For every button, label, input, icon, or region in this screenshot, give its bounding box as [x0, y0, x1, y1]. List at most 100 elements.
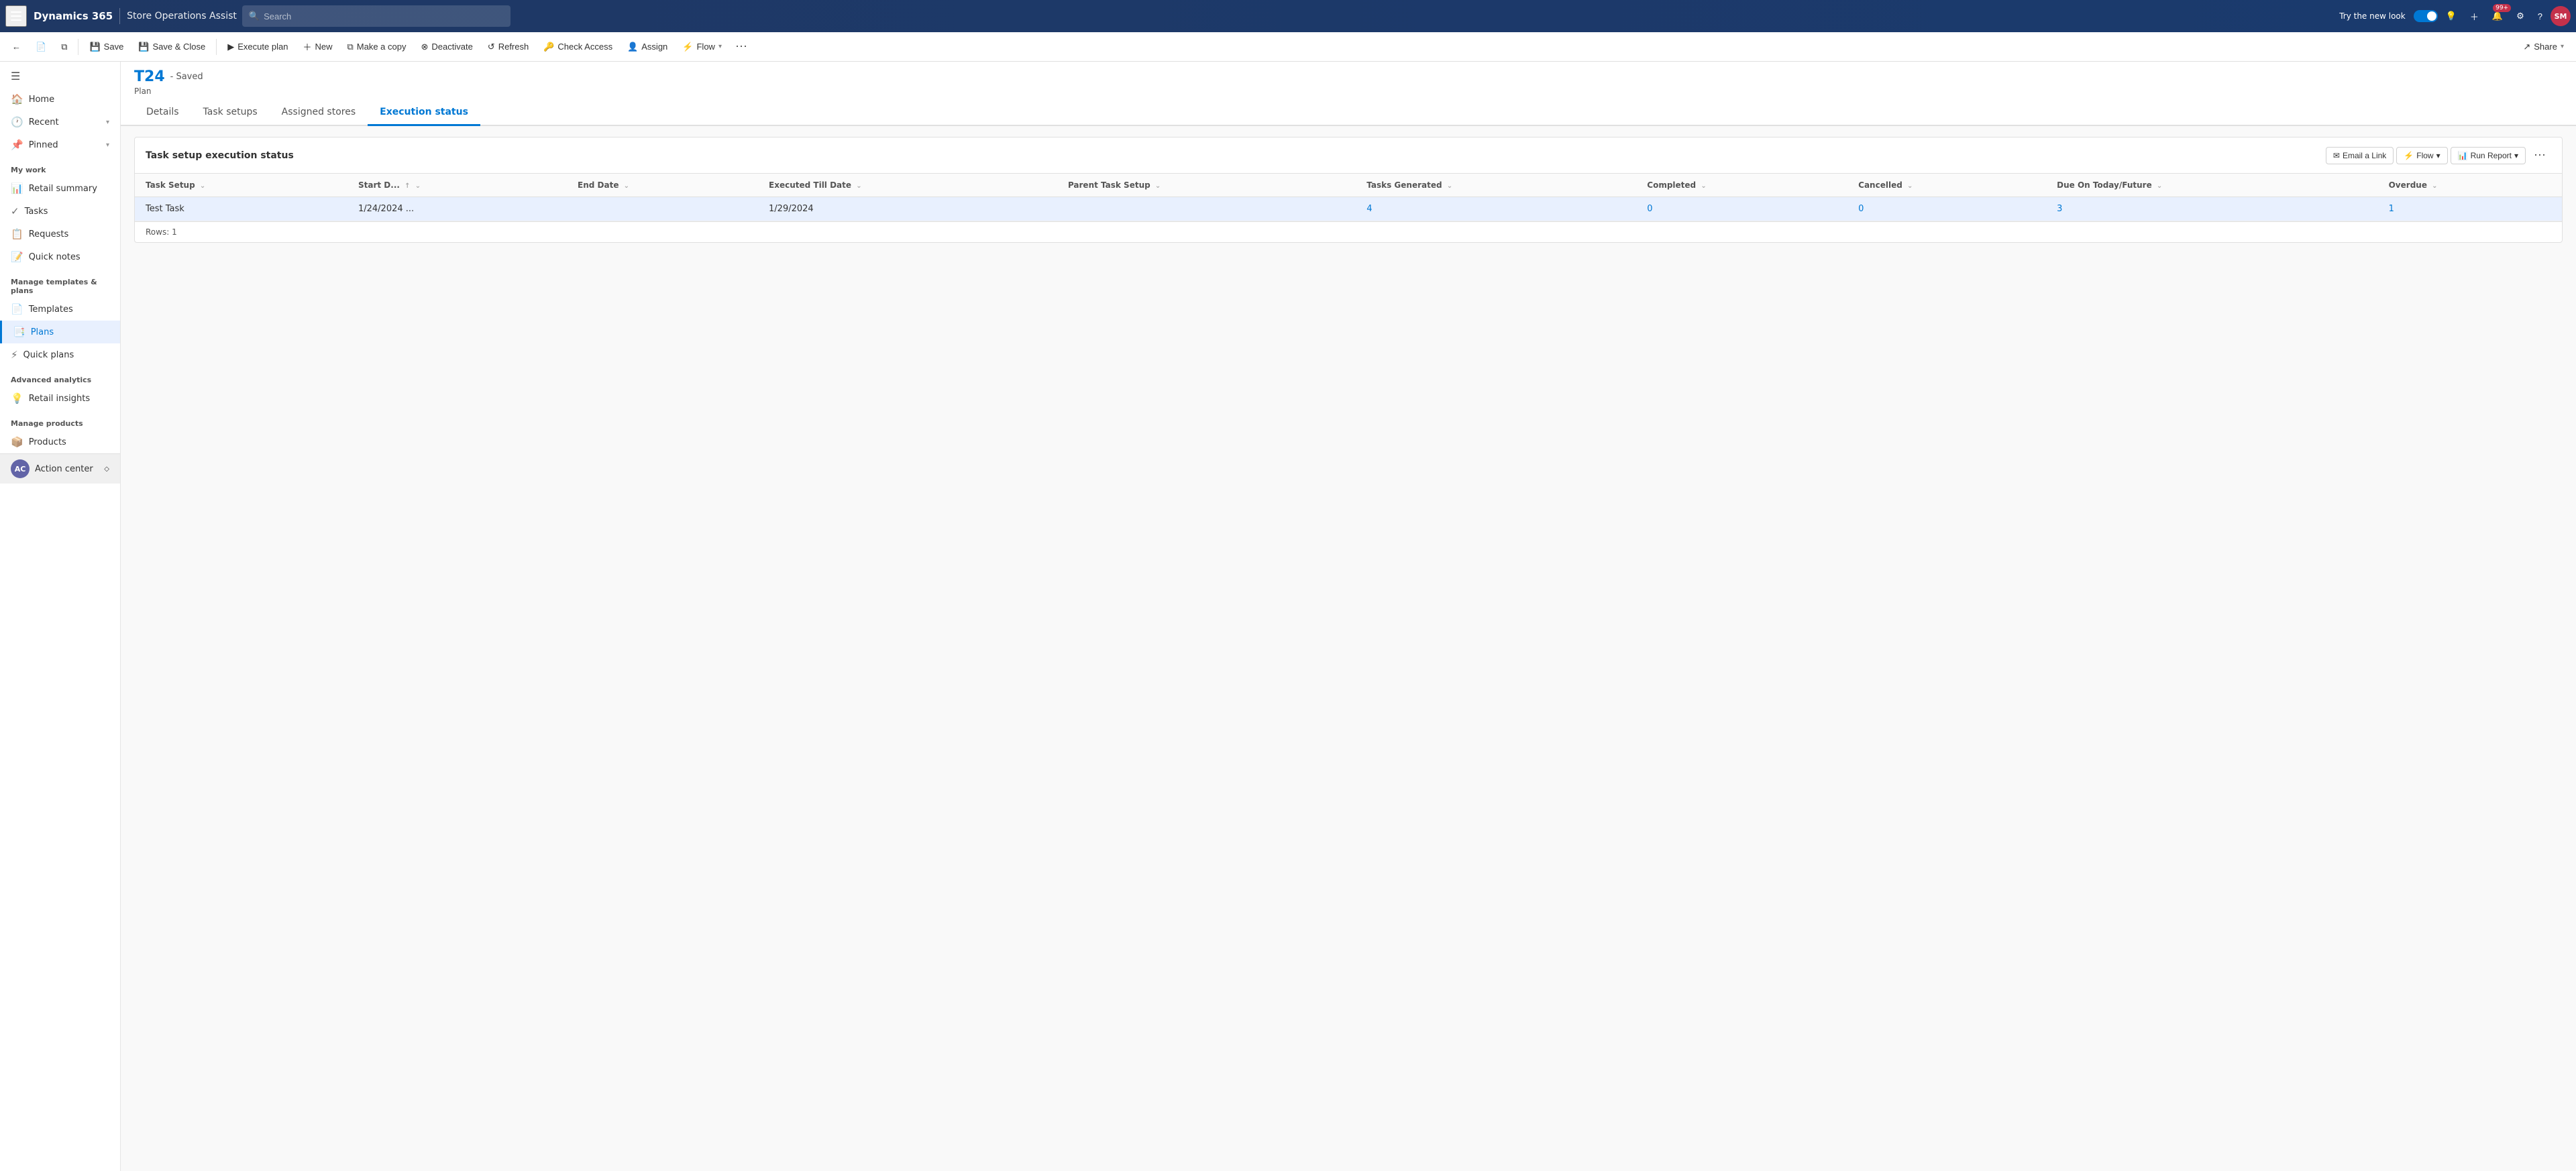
table-header: Task setup execution status ✉ Email a Li…: [135, 137, 2562, 174]
share-button[interactable]: ↗ Share ▾: [2516, 38, 2571, 56]
table-section: Task setup execution status ✉ Email a Li…: [121, 126, 2576, 1171]
email-link-button[interactable]: ✉ Email a Link: [2326, 147, 2394, 164]
requests-icon: 📋: [11, 228, 23, 240]
completed-link[interactable]: 0: [1647, 204, 1652, 214]
col-sort-icon-start-date-2: ⌄: [415, 182, 421, 190]
col-cancelled[interactable]: Cancelled ⌄: [1847, 174, 2046, 197]
sidebar-item-retail-insights[interactable]: 💡 Retail insights: [0, 387, 120, 410]
app-menu-button[interactable]: [5, 5, 27, 27]
due-on-today-link[interactable]: 3: [2057, 204, 2062, 214]
col-overdue[interactable]: Overdue ⌄: [2378, 174, 2562, 197]
tab-execution-status[interactable]: Execution status: [368, 100, 480, 126]
cancelled-link[interactable]: 0: [1858, 204, 1864, 214]
tasks-icon: ✓: [11, 205, 19, 217]
my-work-header: My work: [0, 156, 120, 177]
advanced-analytics-header: Advanced analytics: [0, 366, 120, 387]
avatar[interactable]: SM: [2551, 6, 2571, 26]
assign-button[interactable]: 👤 Assign: [621, 38, 674, 56]
col-completed[interactable]: Completed ⌄: [1636, 174, 1847, 197]
sidebar-item-products[interactable]: 📦 Products: [0, 431, 120, 453]
add-button[interactable]: ＋: [2465, 6, 2484, 27]
cell-overdue[interactable]: 1: [2378, 197, 2562, 221]
deactivate-button[interactable]: ⊗ Deactivate: [414, 38, 479, 56]
share-icon: ↗: [2523, 42, 2530, 52]
table-more-button[interactable]: ⋯: [2528, 146, 2551, 165]
content-area: T24 - Saved Plan Details Task setups Ass…: [121, 62, 2576, 1171]
table-title: Task setup execution status: [146, 150, 2319, 161]
check-access-button[interactable]: 🔑 Check Access: [537, 38, 619, 56]
col-sort-icon-completed: ⌄: [1701, 182, 1706, 190]
quick-notes-icon: 📝: [11, 251, 23, 263]
manage-templates-header: Manage templates & plans: [0, 268, 120, 298]
flow-button[interactable]: ⚡ Flow ▾: [676, 38, 729, 56]
tab-assigned-stores[interactable]: Assigned stores: [270, 100, 368, 126]
make-copy-button[interactable]: ⧉ Make a copy: [340, 38, 413, 56]
sidebar-item-retail-summary[interactable]: 📊 Retail summary: [0, 177, 120, 200]
sidebar-item-pinned[interactable]: 📌 Pinned ▾: [0, 133, 120, 156]
sidebar-collapse-button[interactable]: ☰: [0, 64, 120, 88]
cell-executed-till-date: 1/29/2024: [758, 197, 1057, 221]
col-sort-icon-start-date: ↑: [405, 182, 410, 190]
help-button[interactable]: ?: [2532, 7, 2548, 25]
col-due-on-today[interactable]: Due On Today/Future ⌄: [2046, 174, 2377, 197]
col-parent-task-setup[interactable]: Parent Task Setup ⌄: [1057, 174, 1356, 197]
try-new-look-label: Try the new look: [2334, 7, 2411, 25]
sidebar-item-plans[interactable]: 📑 Plans: [0, 321, 120, 343]
table-card: Task setup execution status ✉ Email a Li…: [134, 137, 2563, 243]
sidebar-item-quick-notes[interactable]: 📝 Quick notes: [0, 245, 120, 268]
products-icon: 📦: [11, 436, 23, 448]
save-button[interactable]: 💾 Save: [83, 38, 130, 56]
sidebar-item-requests[interactable]: 📋 Requests: [0, 223, 120, 245]
tasks-generated-link[interactable]: 4: [1366, 204, 1372, 214]
col-start-date[interactable]: Start D... ↑ ⌄: [347, 174, 567, 197]
app-name-label: Store Operations Assist: [127, 11, 237, 21]
doc-icon: 📄: [36, 42, 46, 52]
save-close-button[interactable]: 💾 Save & Close: [131, 38, 212, 56]
overdue-link[interactable]: 1: [2389, 204, 2394, 214]
share-chevron: ▾: [2561, 43, 2564, 50]
lightbulb-button[interactable]: 💡: [2440, 7, 2462, 25]
cell-cancelled[interactable]: 0: [1847, 197, 2046, 221]
action-center-row[interactable]: AC Action center ◇: [0, 453, 120, 484]
col-task-setup[interactable]: Task Setup ⌄: [135, 174, 347, 197]
col-end-date[interactable]: End Date ⌄: [567, 174, 758, 197]
back-button[interactable]: ←: [5, 38, 28, 56]
execute-plan-button[interactable]: ▶ Execute plan: [221, 38, 294, 56]
sidebar: ☰ 🏠 Home 🕐 Recent ▾ 📌 Pinned ▾ My work 📊…: [0, 62, 121, 1171]
sidebar-item-templates[interactable]: 📄 Templates: [0, 298, 120, 321]
command-bar: ← 📄 ⧉ 💾 Save 💾 Save & Close ▶ Execute pl…: [0, 32, 2576, 62]
run-report-chevron: ▾: [2514, 151, 2518, 160]
search-icon: 🔍: [249, 11, 260, 21]
cell-parent-task-setup: [1057, 197, 1356, 221]
table-row[interactable]: Test Task 1/24/2024 ... 1/29/2024 4 0 0 …: [135, 197, 2562, 221]
refresh-button[interactable]: ↺ Refresh: [481, 38, 535, 56]
table-flow-button[interactable]: ⚡ Flow ▾: [2396, 147, 2447, 164]
cell-due-on-today[interactable]: 3: [2046, 197, 2377, 221]
col-sort-icon-due: ⌄: [2157, 182, 2162, 190]
new-button[interactable]: ＋ New: [296, 36, 339, 57]
search-input[interactable]: [264, 11, 504, 21]
settings-button[interactable]: ⚙: [2511, 7, 2530, 25]
more-options-button[interactable]: ⋯: [730, 36, 753, 58]
col-tasks-generated[interactable]: Tasks Generated ⌄: [1356, 174, 1636, 197]
col-sort-icon-parent: ⌄: [1155, 182, 1161, 190]
tab-task-setups[interactable]: Task setups: [191, 100, 270, 126]
doc-button[interactable]: 📄: [29, 38, 53, 56]
cell-tasks-generated[interactable]: 4: [1356, 197, 1636, 221]
action-center-expand-icon: ◇: [104, 465, 109, 473]
execution-status-table: Task Setup ⌄ Start D... ↑ ⌄ End Date ⌄: [135, 174, 2562, 221]
cell-completed[interactable]: 0: [1636, 197, 1847, 221]
templates-icon: 📄: [11, 303, 23, 315]
sidebar-item-home[interactable]: 🏠 Home: [0, 88, 120, 111]
run-report-button[interactable]: 📊 Run Report ▾: [2451, 147, 2526, 164]
search-bar[interactable]: 🔍: [242, 5, 511, 27]
notification-badge: 99+: [2493, 4, 2511, 12]
record-type: Plan: [134, 85, 2563, 100]
sidebar-item-recent[interactable]: 🕐 Recent ▾: [0, 111, 120, 133]
copy-doc-button[interactable]: ⧉: [54, 38, 74, 56]
sidebar-item-tasks[interactable]: ✓ Tasks: [0, 200, 120, 223]
sidebar-item-quick-plans[interactable]: ⚡ Quick plans: [0, 343, 120, 366]
try-new-look-toggle[interactable]: [2414, 10, 2438, 22]
tab-details[interactable]: Details: [134, 100, 191, 126]
col-executed-till-date[interactable]: Executed Till Date ⌄: [758, 174, 1057, 197]
